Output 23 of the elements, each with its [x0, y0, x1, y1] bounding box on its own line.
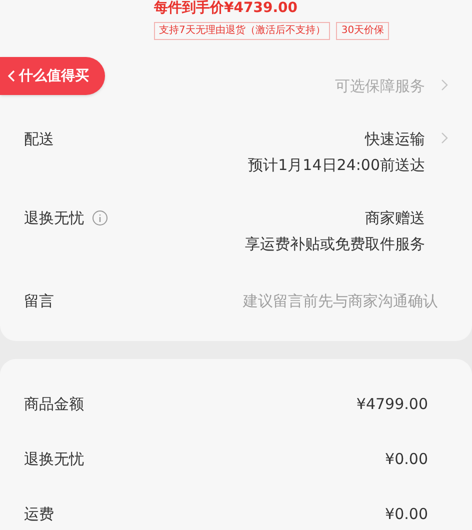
back-button[interactable]: 什么值得买: [0, 57, 105, 95]
summary-label: 运费: [24, 504, 54, 525]
chevron-right-icon: [441, 132, 448, 144]
summary-amount: ¥4799.00: [356, 394, 428, 415]
summary-amount: ¥0.00: [385, 504, 428, 525]
row-value: 商家赠送: [365, 208, 425, 228]
row-label: 留言: [24, 291, 54, 312]
chevron-left-icon: [8, 70, 15, 82]
summary-amount: ¥0.00: [385, 448, 428, 470]
info-icon: [92, 210, 108, 226]
summary-label: 退换无忧: [24, 448, 84, 470]
tag: 支持7天无理由退货（激活后不支持）: [154, 22, 330, 40]
summary-label: 商品金额: [24, 394, 84, 415]
tag: 30天价保: [336, 22, 390, 40]
price-text: 每件到手价¥4739.00: [154, 0, 299, 16]
chevron-right-icon: [441, 79, 448, 91]
row-value: 快速运输: [365, 128, 425, 150]
row-detail: 预计1月14日24:00前送达: [248, 155, 425, 176]
row-label: 退换无忧: [24, 208, 84, 228]
message-field[interactable]: 建议留言前先与商家沟通确认: [54, 290, 448, 313]
row-label: 配送: [24, 128, 54, 150]
row-value: 可选保障服务: [335, 76, 425, 97]
row-detail: 享运费补贴或免费取件服务: [245, 234, 425, 255]
